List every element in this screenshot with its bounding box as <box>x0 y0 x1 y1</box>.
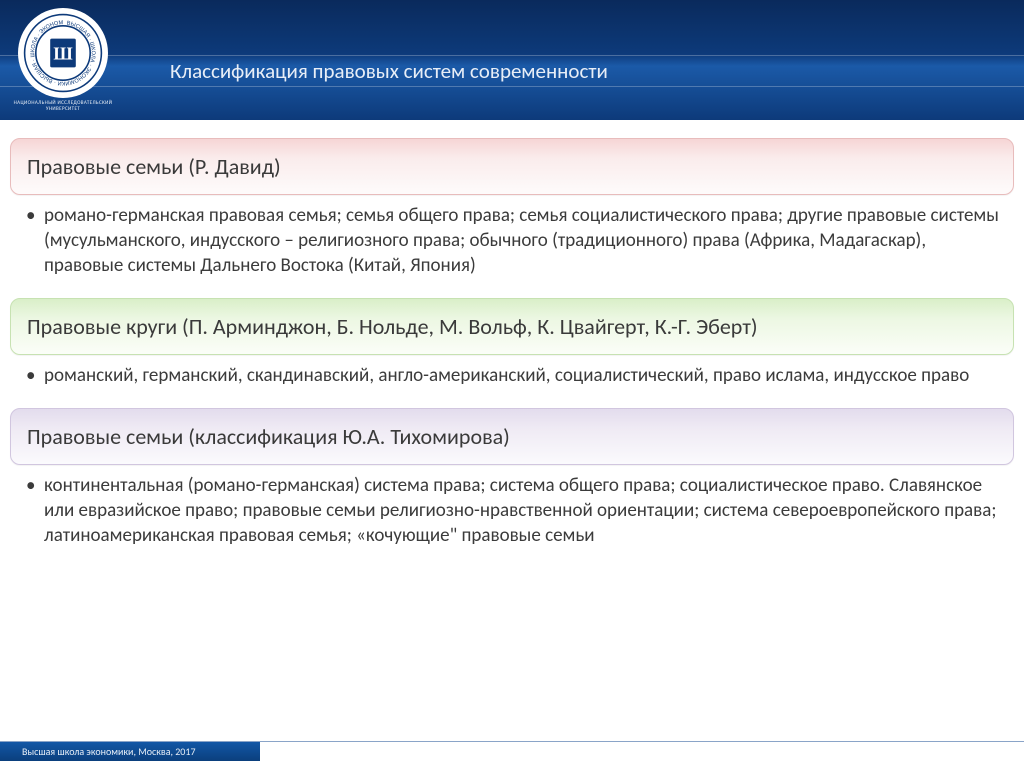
svg-text:Ш: Ш <box>53 43 73 63</box>
block-body: континентальная (романо-германская) сист… <box>10 465 1014 562</box>
hse-logo-icon: ВЫСШАЯ · ШКОЛА · ЭКОНОМИКИ · ВЫСШАЯ · ШК… <box>23 13 103 93</box>
slide-header: ВЫСШАЯ · ШКОЛА · ЭКОНОМИКИ · ВЫСШАЯ · ШК… <box>0 0 1024 120</box>
list-item: романский, германский, скандинавский, ан… <box>44 363 1000 388</box>
block-circles: Правовые круги (П. Арминджон, Б. Нольде,… <box>10 298 1014 402</box>
list-item: романо-германская правовая семья; семья … <box>44 203 1000 278</box>
hse-logo: ВЫСШАЯ · ШКОЛА · ЭКОНОМИКИ · ВЫСШАЯ · ШК… <box>18 8 108 98</box>
logo-subtext: НАЦИОНАЛЬНЫЙ ИССЛЕДОВАТЕЛЬСКИЙ УНИВЕРСИТ… <box>12 100 114 112</box>
slide-content: Правовые семьи (Р. Давид) романо-германс… <box>0 120 1024 563</box>
block-david: Правовые семьи (Р. Давид) романо-германс… <box>10 138 1014 292</box>
list-item: континентальная (романо-германская) сист… <box>44 473 1000 548</box>
block-heading: Правовые круги (П. Арминджон, Б. Нольде,… <box>10 298 1014 355</box>
block-tikhomirov: Правовые семьи (классификация Ю.А. Тихом… <box>10 408 1014 562</box>
block-body: романо-германская правовая семья; семья … <box>10 195 1014 292</box>
block-heading: Правовые семьи (Р. Давид) <box>10 138 1014 195</box>
block-heading: Правовые семьи (классификация Ю.А. Тихом… <box>10 408 1014 465</box>
block-body: романский, германский, скандинавский, ан… <box>10 355 1014 402</box>
page-title: Классификация правовых систем современно… <box>170 58 608 84</box>
slide-footer: Высшая школа экономики, Москва, 2017 <box>0 741 1024 761</box>
footer-text: Высшая школа экономики, Москва, 2017 <box>0 742 260 761</box>
